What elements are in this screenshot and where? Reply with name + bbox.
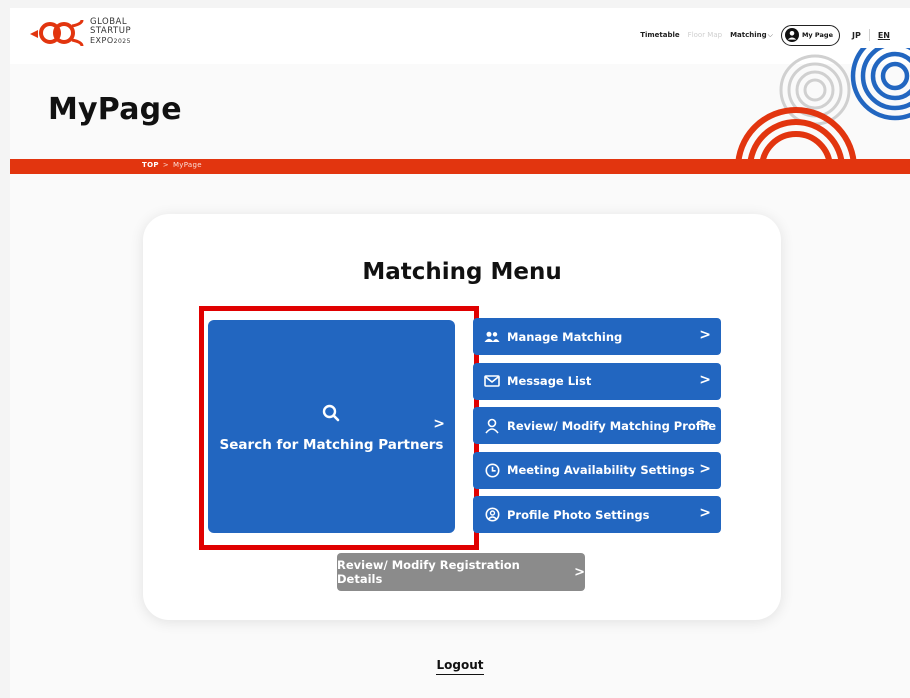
matching-menu-title: Matching Menu (362, 259, 562, 285)
expo-logo-mark-icon (30, 19, 84, 47)
page: GLOBAL STARTUP EXPO2025 Timetable Floor … (10, 8, 910, 698)
my-page-button[interactable]: My Page (780, 24, 840, 46)
review-modify-registration-details-button[interactable]: Review/ Modify Registration Details > (337, 553, 585, 591)
profile-photo-settings-button[interactable]: Profile Photo Settings > (473, 496, 721, 533)
users-icon (483, 329, 501, 345)
logout-link[interactable]: Logout (436, 658, 484, 675)
page-title: MyPage (48, 92, 182, 127)
mail-icon (483, 373, 501, 389)
manage-matching-button[interactable]: Manage Matching > (473, 318, 721, 355)
nav-timetable[interactable]: Timetable (640, 31, 679, 39)
message-list-label: Message List (507, 374, 592, 388)
person-icon (483, 418, 501, 434)
breadcrumb-current: MyPage (172, 161, 202, 169)
chevron-right-icon: > (699, 327, 711, 343)
chevron-right-icon: > (574, 564, 585, 580)
user-account-icon (784, 28, 799, 42)
matching-menu-card: Matching Menu Search for Matching Partne… (143, 214, 781, 620)
logo-line-year: 2025 (113, 38, 131, 45)
lang-divider (868, 29, 870, 41)
logo-line-expo: EXPO (90, 36, 114, 45)
logo-text: GLOBAL STARTUP EXPO2025 (90, 18, 131, 46)
my-page-label: My Page (801, 31, 833, 39)
main-nav: Timetable Floor Map Matching⌵ My Page JP… (640, 24, 910, 46)
profile-photo-settings-label: Profile Photo Settings (507, 507, 650, 522)
breadcrumb-bar: TOP > MyPage (10, 159, 910, 174)
breadcrumb-separator: > (162, 161, 169, 169)
chevron-right-icon: > (699, 416, 711, 432)
chevron-right-icon: > (699, 505, 711, 521)
nav-floor-map[interactable]: Floor Map (688, 31, 722, 39)
decorative-arcs-icon (735, 48, 910, 168)
chevron-down-icon: ⌵ (767, 30, 773, 39)
message-list-button[interactable]: Message List > (473, 362, 721, 400)
logout-container: Logout (10, 658, 910, 675)
highlight-box (199, 306, 479, 550)
logo-line-startup: STARTUP (90, 26, 132, 36)
lang-jp[interactable]: JP (852, 31, 861, 40)
breadcrumb-top[interactable]: TOP (142, 161, 159, 169)
nav-matching-label: Matching (730, 30, 767, 39)
nav-matching[interactable]: Matching⌵ (730, 31, 773, 40)
clock-icon (483, 462, 501, 478)
review-modify-matching-profile-button[interactable]: Review/ Modify Matching Profile > (473, 407, 721, 444)
manage-matching-label: Manage Matching (507, 329, 623, 344)
profile-photo-icon (483, 507, 501, 523)
review-modify-matching-profile-label: Review/ Modify Matching Profile (507, 418, 717, 433)
review-modify-registration-details-label: Review/ Modify Registration Details (337, 558, 520, 586)
chevron-right-icon: > (699, 371, 711, 388)
matching-menu-list: Manage Matching > Message List > Review/… (473, 318, 721, 541)
site-logo[interactable]: GLOBAL STARTUP EXPO2025 (28, 16, 131, 48)
breadcrumb: TOP > MyPage (142, 161, 202, 169)
meeting-availability-settings-button[interactable]: Meeting Availability Settings > (473, 451, 721, 489)
meeting-availability-settings-label: Meeting Availability Settings (507, 463, 695, 477)
lang-en[interactable]: EN (878, 31, 890, 40)
chevron-right-icon: > (699, 460, 711, 477)
